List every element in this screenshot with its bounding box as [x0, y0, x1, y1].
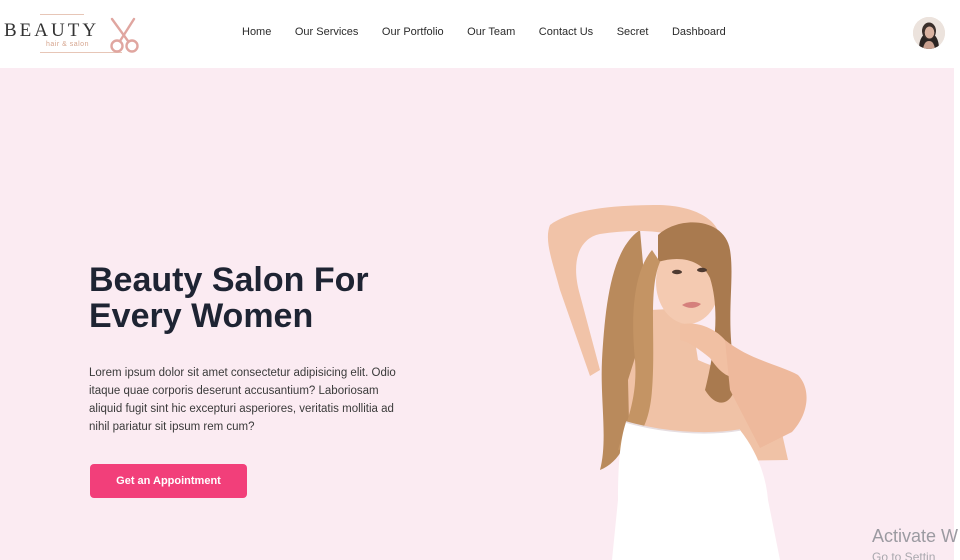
hero-description: Lorem ipsum dolor sit amet consectetur a…	[89, 367, 396, 433]
brand-logo[interactable]: BEAUTY hair & salon	[4, 14, 144, 56]
nav-secret[interactable]: Secret	[617, 26, 649, 38]
brand-tagline: hair & salon	[46, 41, 89, 48]
site-header: BEAUTY hair & salon Home Our Services Ou…	[0, 0, 960, 68]
avatar-portrait-icon	[913, 17, 945, 49]
logo-top-rule	[40, 14, 84, 15]
nav-dashboard[interactable]: Dashboard	[672, 26, 726, 38]
user-avatar[interactable]	[913, 17, 945, 49]
brand-name: BEAUTY	[4, 20, 100, 41]
page-edge	[954, 68, 960, 560]
nav-our-portfolio[interactable]: Our Portfolio	[382, 26, 444, 38]
scissors-icon	[110, 17, 139, 53]
activation-watermark-subtitle: Go to Settin	[872, 550, 936, 560]
nav-our-team[interactable]: Our Team	[467, 26, 515, 38]
nav-our-services[interactable]: Our Services	[295, 26, 359, 38]
hero-title: Beauty Salon For Every Women	[89, 261, 369, 335]
main-nav: Home Our Services Our Portfolio Our Team…	[242, 26, 726, 38]
nav-home[interactable]: Home	[242, 26, 271, 38]
get-appointment-button[interactable]: Get an Appointment	[90, 464, 247, 498]
activation-watermark-title: Activate W	[872, 526, 959, 546]
hero-model-image	[547, 205, 807, 560]
nav-contact-us[interactable]: Contact Us	[539, 26, 593, 38]
